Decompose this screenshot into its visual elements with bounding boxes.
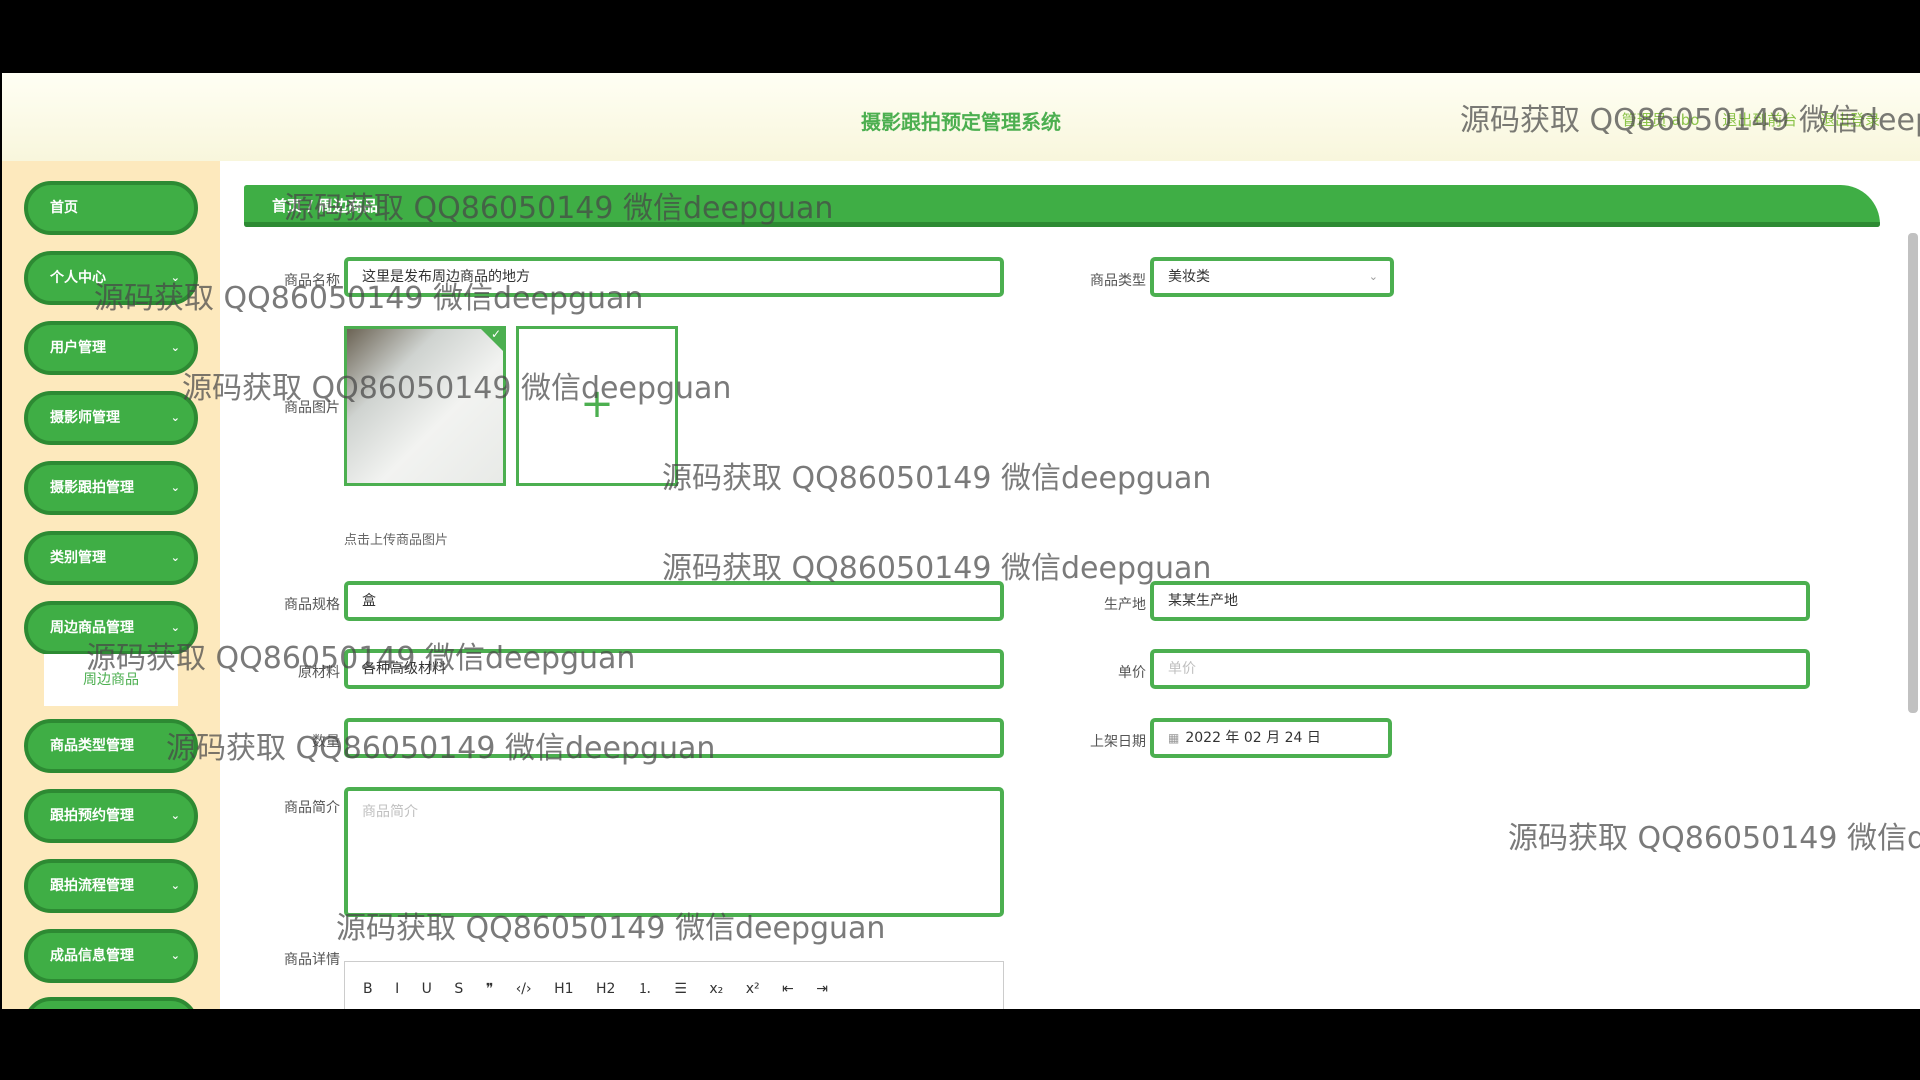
sidebar-item-more[interactable] <box>24 997 198 1009</box>
sidebar-item-photographers[interactable]: 摄影师管理 ⌄ <box>24 391 198 445</box>
sidebar-item-categories[interactable]: 类别管理 ⌄ <box>24 531 198 585</box>
origin-label: 生产地 <box>1104 597 1146 613</box>
indent-icon[interactable]: ⇥ <box>816 981 828 997</box>
superscript-icon[interactable]: x² <box>746 981 760 997</box>
price-input[interactable]: 单价 <box>1150 649 1810 689</box>
date-label: 上架日期 <box>1090 734 1146 750</box>
sidebar-item-label: 商品类型管理 <box>50 738 134 754</box>
watermark: 源码获取 QQ86050149 微信deepguan <box>86 641 636 676</box>
chevron-down-icon: ⌄ <box>170 809 180 822</box>
page-scrollbar[interactable] <box>1908 233 1918 713</box>
editor-toolbar: B I U S ❞ ‹/› H1 H2 ⒈ ☰ x₂ x² ⇤ ⇥ <box>345 962 1003 998</box>
watermark: 源码获取 QQ86050149 微信deepguan <box>662 461 1212 496</box>
sidebar-item-bookings[interactable]: 跟拍预约管理 ⌄ <box>24 789 198 843</box>
chevron-down-icon: ⌄ <box>170 341 180 354</box>
heading2-icon[interactable]: H2 <box>596 981 615 997</box>
upload-tip: 点击上传商品图片 <box>344 533 449 548</box>
chevron-down-icon: ⌄ <box>170 949 180 962</box>
sidebar-item-label: 用户管理 <box>50 340 106 356</box>
app-window: 摄影跟拍预定管理系统 管理员 abo 退出到前台 退出登录 首页 个人中心 ⌄ 用… <box>2 73 1920 1009</box>
sidebar-item-label: 首页 <box>50 200 78 216</box>
date-picker[interactable]: ▦ 2022 年 02 月 24 日 <box>1150 718 1392 758</box>
watermark: 源码获取 QQ86050149 微信deepguan <box>182 371 732 406</box>
watermark: 源码获取 QQ86050149 微信deepguan <box>94 281 644 316</box>
spec-input[interactable]: 盒 <box>344 581 1004 621</box>
sidebar-item-label: 类别管理 <box>50 550 106 566</box>
sidebar-item-label: 跟拍流程管理 <box>50 878 134 894</box>
sidebar-item-process[interactable]: 跟拍流程管理 ⌄ <box>24 859 198 913</box>
sidebar-item-users[interactable]: 用户管理 ⌄ <box>24 321 198 375</box>
rich-text-editor[interactable]: B I U S ❞ ‹/› H1 H2 ⒈ ☰ x₂ x² ⇤ ⇥ <box>344 961 1004 1009</box>
watermark: 源码获取 QQ86050149 微信deepguan <box>166 731 716 766</box>
date-value: 2022 年 02 月 24 日 <box>1185 730 1321 746</box>
sidebar-item-home[interactable]: 首页 <box>24 181 198 235</box>
intro-textarea[interactable]: 商品简介 <box>344 787 1004 917</box>
italic-icon[interactable]: I <box>395 981 399 997</box>
type-select-value: 美妆类 <box>1168 269 1210 285</box>
chevron-down-icon: ⌄ <box>170 551 180 564</box>
chevron-down-icon: ⌄ <box>170 411 180 424</box>
sidebar-item-label: 摄影跟拍管理 <box>50 480 134 496</box>
subscript-icon[interactable]: x₂ <box>709 981 723 997</box>
quote-icon[interactable]: ❞ <box>486 981 494 997</box>
chevron-down-icon: ⌄ <box>170 481 180 494</box>
spec-label: 商品规格 <box>284 597 340 613</box>
sidebar-item-label: 成品信息管理 <box>50 948 134 964</box>
sidebar-item-label: 跟拍预约管理 <box>50 808 134 824</box>
sidebar-item-label: 摄影师管理 <box>50 410 120 426</box>
watermark: 源码获取 QQ86050149 微信deepguan <box>336 911 886 946</box>
type-label: 商品类型 <box>1090 273 1146 289</box>
heading1-icon[interactable]: H1 <box>554 981 573 997</box>
watermark: 源码获取 QQ86050149 微信deepguan <box>1460 103 1920 138</box>
chevron-down-icon: ⌄ <box>170 879 180 892</box>
underline-icon[interactable]: U <box>422 981 432 997</box>
watermark: 源码获取 QQ86050149 微信deepguan <box>662 551 1212 586</box>
ordered-list-icon[interactable]: ⒈ <box>638 978 652 998</box>
bold-icon[interactable]: B <box>363 981 373 997</box>
sidebar-item-photo-follow[interactable]: 摄影跟拍管理 ⌄ <box>24 461 198 515</box>
origin-input[interactable]: 某某生产地 <box>1150 581 1810 621</box>
strikethrough-icon[interactable]: S <box>454 981 463 997</box>
calendar-icon: ▦ <box>1168 731 1180 745</box>
watermark: 源码获取 QQ86050149 微信deepguan <box>284 191 834 226</box>
type-select[interactable]: 美妆类 ⌄ <box>1150 257 1394 297</box>
chevron-down-icon: ⌄ <box>1368 270 1378 283</box>
detail-label: 商品详情 <box>284 952 340 968</box>
sidebar-item-finished[interactable]: 成品信息管理 ⌄ <box>24 929 198 983</box>
code-icon[interactable]: ‹/› <box>516 981 532 997</box>
outdent-icon[interactable]: ⇤ <box>782 981 794 997</box>
price-label: 单价 <box>1118 665 1146 681</box>
check-icon: ✓ <box>490 327 501 341</box>
intro-label: 商品简介 <box>284 800 340 816</box>
watermark: 源码获取 QQ86050149 微信deepguan <box>1508 821 1920 856</box>
bullet-list-icon[interactable]: ☰ <box>674 981 687 997</box>
